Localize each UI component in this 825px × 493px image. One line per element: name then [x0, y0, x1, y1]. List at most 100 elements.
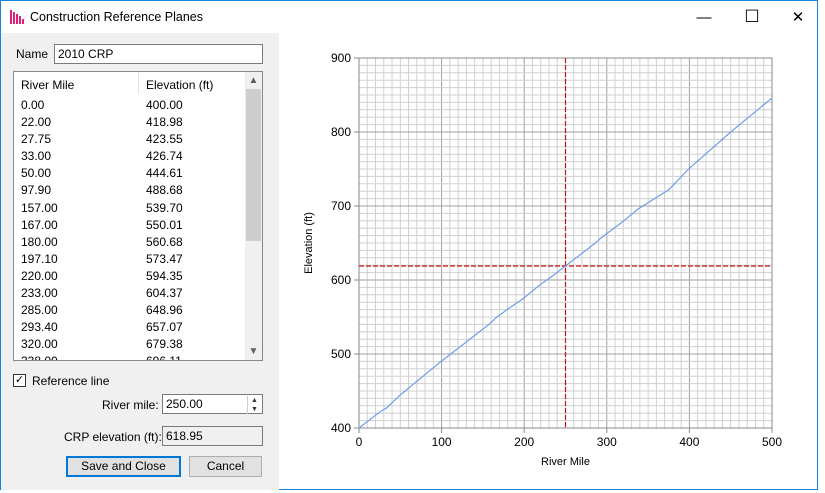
river-mile-cell: 285.00 — [21, 303, 58, 318]
data-point — [771, 97, 773, 99]
x-tick-label: 400 — [679, 435, 699, 449]
river-mile-spinner[interactable]: ▲ ▼ — [247, 396, 261, 414]
window-title: Construction Reference Planes — [30, 10, 204, 24]
title-bar: Construction Reference Planes — ☐ ✕ — [1, 1, 817, 33]
river-mile-cell: 293.40 — [21, 320, 58, 335]
reference-line-label: Reference line — [32, 374, 110, 388]
x-tick-label: 0 — [356, 435, 363, 449]
elevation-cell: 648.96 — [146, 303, 183, 318]
data-point — [540, 283, 542, 285]
y-tick-label: 400 — [331, 421, 351, 435]
cancel-button[interactable]: Cancel — [189, 456, 262, 477]
elevation-cell: 679.38 — [146, 337, 183, 352]
form-panel: Name 2010 CRP River Mile Elevation (ft) … — [1, 33, 279, 490]
river-mile-input[interactable]: 250.00 ▲ ▼ — [162, 394, 263, 414]
dialog-window: Construction Reference Planes — ☐ ✕ Name… — [0, 0, 818, 490]
elevation-cell: 594.35 — [146, 268, 183, 283]
x-tick-label: 500 — [762, 435, 782, 449]
river-mile-cell: 233.00 — [21, 286, 58, 301]
elevation-cell: 560.68 — [146, 234, 183, 249]
list-item[interactable]: 220.00 594.35 — [14, 268, 246, 285]
spin-up-icon[interactable]: ▲ — [248, 396, 261, 405]
elevation-cell: 657.07 — [146, 320, 183, 335]
list-item[interactable]: 180.00 560.68 — [14, 234, 246, 251]
list-item[interactable]: 338.00696.11 — [14, 353, 246, 360]
name-label: Name — [16, 47, 49, 61]
scroll-down-icon[interactable]: ▼ — [245, 343, 262, 360]
river-mile-cell: 97.90 — [21, 183, 52, 198]
data-point — [600, 237, 602, 239]
y-tick-label: 500 — [331, 347, 351, 361]
data-point — [688, 167, 690, 169]
list-item[interactable]: 97.90 488.68 — [14, 182, 246, 199]
data-point — [496, 316, 498, 318]
x-tick-label: 200 — [514, 435, 534, 449]
data-point — [376, 413, 378, 415]
list-item[interactable]: 22.00 418.98 — [14, 114, 246, 131]
y-tick-label: 700 — [331, 199, 351, 213]
data-point — [550, 276, 553, 278]
crp-elevation-label: CRP elevation (ft): — [64, 430, 162, 444]
list-header: River Mile Elevation (ft) — [14, 72, 246, 94]
river-mile-cell: 50.00 — [21, 166, 52, 181]
data-point — [488, 324, 490, 326]
list-rows: 0.00 400.00 22.00 418.98 27.75 423.55 33.00 426… — [14, 97, 246, 360]
column-header-elevation[interactable]: Elevation (ft) — [139, 72, 246, 94]
checkmark-icon: ✓ — [14, 374, 25, 386]
data-point — [385, 407, 387, 409]
x-tick-label: 100 — [432, 435, 452, 449]
river-mile-cell: 220.00 — [21, 268, 58, 283]
y-axis-label: Elevation (ft) — [303, 212, 315, 274]
save-and-close-button[interactable]: Save and Close — [66, 456, 181, 477]
list-item[interactable]: 27.75 423.55 — [14, 131, 246, 148]
elevation-cell: 539.70 — [146, 200, 183, 215]
list-item[interactable]: 233.00 604.37 — [14, 285, 246, 302]
river-mile-cell: 167.00 — [21, 217, 58, 232]
river-mile-value: 250.00 — [166, 397, 203, 411]
elevation-cell: 550.01 — [146, 217, 183, 232]
data-point — [439, 361, 441, 363]
river-mile-cell: 197.10 — [21, 251, 58, 266]
river-mile-label: River mile: — [102, 398, 159, 412]
elevation-cell: 418.98 — [146, 115, 183, 130]
data-point — [730, 131, 732, 133]
river-mile-cell: 22.00 — [21, 115, 52, 130]
name-input[interactable]: 2010 CRP — [54, 44, 263, 64]
data-point — [507, 308, 509, 310]
list-item[interactable]: 0.00 400.00 — [14, 97, 246, 114]
elevation-cell: 604.37 — [146, 286, 183, 301]
river-mile-cell: 320.00 — [21, 337, 58, 352]
vertical-scrollbar[interactable]: ▲ ▼ — [245, 72, 262, 360]
list-item[interactable]: 293.40 657.07 — [14, 319, 246, 336]
river-mile-cell: 0.00 — [21, 98, 45, 112]
list-item[interactable]: 285.00 648.96 — [14, 302, 246, 319]
elevation-cell: 426.74 — [146, 149, 183, 164]
elevation-cell: 696.11 — [139, 353, 182, 360]
elevation-chart: 0 100 200 300 400 500 400 500 600 700 800 900 River … — [303, 51, 782, 468]
maximize-button[interactable]: ☐ — [729, 1, 775, 33]
elevation-cell: 423.55 — [146, 132, 183, 147]
list-item[interactable]: 167.00 550.01 — [14, 217, 246, 234]
crp-elevation-field: 618.95 — [162, 426, 263, 446]
y-tick-label: 800 — [331, 125, 351, 139]
crp-points-list[interactable]: River Mile Elevation (ft) 0.00 400.00 22.0… — [13, 71, 263, 361]
column-header-river-mile[interactable]: River Mile — [14, 72, 139, 94]
scrollbar-thumb[interactable] — [246, 89, 261, 241]
minimize-button[interactable]: — — [681, 1, 727, 33]
spin-down-icon[interactable]: ▼ — [248, 405, 261, 414]
elevation-cell: 444.61 — [146, 166, 183, 181]
river-mile-cell: 338.00 — [14, 353, 139, 360]
reference-line-checkbox[interactable]: ✓ — [13, 374, 26, 387]
y-tick-label: 600 — [331, 273, 351, 287]
data-point — [668, 189, 670, 191]
list-item[interactable]: 320.00 679.38 — [14, 336, 246, 353]
data-point — [521, 299, 523, 301]
list-item[interactable]: 157.00 539.70 — [14, 200, 246, 217]
scroll-up-icon[interactable]: ▲ — [245, 72, 262, 89]
data-point — [622, 220, 624, 222]
list-item[interactable]: 197.10 573.47 — [14, 251, 246, 268]
close-button[interactable]: ✕ — [775, 1, 821, 33]
list-item[interactable]: 50.00 444.61 — [14, 165, 246, 182]
list-item[interactable]: 33.00 426.74 — [14, 148, 246, 165]
x-axis-label: River Mile — [541, 456, 590, 468]
